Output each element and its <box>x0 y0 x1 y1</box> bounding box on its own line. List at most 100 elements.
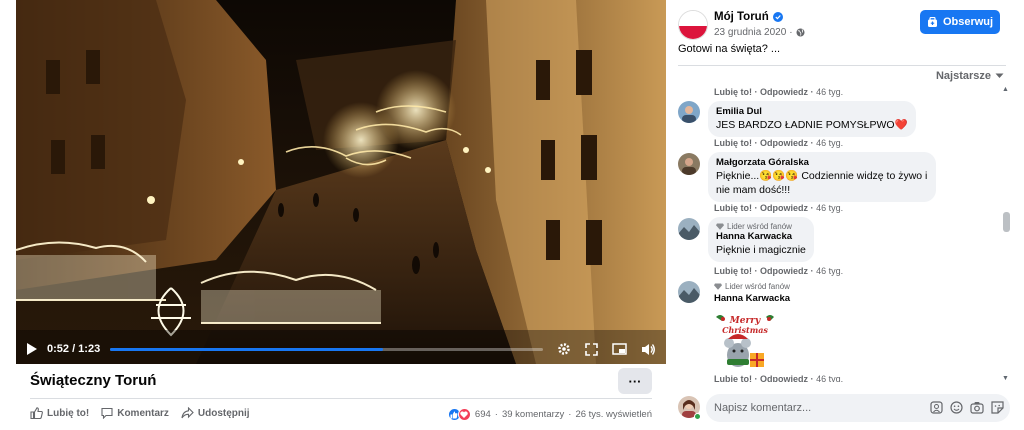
comment-meta: Lubię to! · Odpowiedz · 46 tyg. <box>714 87 843 97</box>
play-icon[interactable] <box>26 343 37 355</box>
comment-meta: Lubię to! · Odpowiedz · 46 tyg. <box>714 203 843 213</box>
follow-icon <box>927 16 937 27</box>
comment-label: Komentarz <box>117 407 169 419</box>
comment-meta: Lubię to! · Odpowiedz · 46 tyg. <box>714 374 843 382</box>
comment-reply-link[interactable]: Odpowiedz <box>760 87 808 97</box>
comment-icon <box>101 407 113 419</box>
comment-reply-link[interactable]: Odpowiedz <box>760 203 808 213</box>
sort-label: Najstarsze <box>935 70 991 82</box>
comment-time[interactable]: 46 tyg. <box>816 374 843 382</box>
christmas-sticker[interactable]: Merry Christmas <box>714 311 776 376</box>
follow-label: Obserwuj <box>942 16 994 28</box>
comments-panel: Mój Toruń 23 grudnia 2020 · Obserwuj Got… <box>666 0 1024 430</box>
meta-separator: · <box>754 374 758 382</box>
scroll-up-icon[interactable]: ▲ <box>1002 86 1009 93</box>
meta-separator: · <box>810 266 814 276</box>
commenter-avatar[interactable] <box>678 153 700 175</box>
page-name-link[interactable]: Mój Toruń <box>714 11 783 23</box>
comment-author[interactable]: Hanna Karwacka <box>716 231 806 242</box>
emoji-icon[interactable] <box>950 401 963 414</box>
video-time: 0:52 / 1:23 <box>47 343 101 355</box>
picture-in-picture-icon[interactable] <box>612 343 627 355</box>
meta-separator: · <box>754 87 758 97</box>
video-progress-bar[interactable] <box>110 347 543 351</box>
love-reaction-icon <box>457 408 471 421</box>
comment-author[interactable]: Małgorzata Góralska <box>716 157 928 168</box>
divider <box>30 398 652 399</box>
share-icon <box>181 407 194 419</box>
fullscreen-icon[interactable] <box>585 342 598 356</box>
comment-text: Pięknie...😘😘😘 Codziennie widzę to żywo i… <box>716 170 928 196</box>
reaction-count[interactable]: 694 <box>475 409 491 420</box>
post-title: Świąteczny Toruń <box>30 372 157 389</box>
comment-meta: Lubię to! · Odpowiedz · 46 tyg. <box>714 266 843 276</box>
thumbs-up-icon <box>30 407 43 419</box>
globe-icon <box>796 28 805 37</box>
video-progress-fill <box>110 347 383 351</box>
badge-label: Lider wśród fanów <box>727 222 792 231</box>
comment-button[interactable]: Komentarz <box>101 407 169 419</box>
share-label: Udostępnij <box>197 407 250 419</box>
comment-meta: Lubię to! · Odpowiedz · 46 tyg. <box>714 138 843 148</box>
commenter-avatar[interactable] <box>678 101 700 123</box>
composer-tools <box>930 401 1004 414</box>
scroll-down-icon[interactable]: ▼ <box>1002 375 1009 382</box>
diamond-icon <box>716 223 724 230</box>
reaction-icons[interactable] <box>447 408 471 421</box>
page-name: Mój Toruń <box>714 11 769 23</box>
post-stats: 694 · 39 komentarzy · 26 tys. wyświetleń <box>447 408 652 421</box>
post-actions: Lubię to! Komentarz Udostępnij <box>30 407 250 419</box>
comment-time[interactable]: 46 tyg. <box>816 266 843 276</box>
comment-like-link[interactable]: Lubię to! <box>714 374 752 382</box>
post-date-text[interactable]: 23 grudnia 2020 <box>714 27 786 38</box>
meta-separator: · <box>810 374 814 382</box>
meta-separator: · <box>810 203 814 213</box>
comment-reply-link[interactable]: Odpowiedz <box>760 266 808 276</box>
stats-separator: · <box>494 409 498 420</box>
commenter-avatar[interactable] <box>678 218 700 240</box>
comments-count[interactable]: 39 komentarzy <box>502 409 564 420</box>
comment-text: JES BARDZO ŁADNIE POMYSŁPWO❤️ <box>716 119 908 131</box>
more-options-button[interactable]: ··· <box>618 368 652 394</box>
video-frame <box>16 0 666 364</box>
post-date: 23 grudnia 2020 · <box>714 27 805 38</box>
commenter-avatar[interactable] <box>678 281 700 303</box>
comment-header: Lider wśród fanów Hanna Karwacka <box>714 282 790 304</box>
settings-gear-icon[interactable] <box>557 342 571 356</box>
like-button[interactable]: Lubię to! <box>30 407 89 419</box>
comment-like-link[interactable]: Lubię to! <box>714 203 752 213</box>
views-count: 26 tys. wyświetleń <box>575 409 652 420</box>
online-status-dot <box>694 413 701 420</box>
comment-author[interactable]: Hanna Karwacka <box>714 293 790 304</box>
comments-list: Lubię to! · Odpowiedz · 46 tyg. Emilia D… <box>666 82 1006 382</box>
comment-time[interactable]: 46 tyg. <box>816 138 843 148</box>
comment-like-link[interactable]: Lubię to! <box>714 138 752 148</box>
top-fan-badge: Lider wśród fanów <box>714 282 790 291</box>
camera-icon[interactable] <box>970 401 984 414</box>
sort-dropdown[interactable]: Najstarsze <box>936 70 1004 82</box>
page-avatar[interactable] <box>678 10 708 40</box>
sticker-text-christmas: Christmas <box>722 325 768 335</box>
comment-reply-link[interactable]: Odpowiedz <box>760 138 808 148</box>
badge-label: Lider wśród fanów <box>725 282 790 291</box>
follow-button[interactable]: Obserwuj <box>920 10 1000 34</box>
scrollbar-thumb[interactable] <box>1003 212 1010 232</box>
comment-reply-link[interactable]: Odpowiedz <box>760 374 808 382</box>
avatar-sticker-icon[interactable] <box>930 401 943 414</box>
diamond-icon <box>714 283 722 290</box>
post-caption: Gotowi na święta? ... <box>678 43 781 55</box>
sticker-icon[interactable] <box>991 401 1004 414</box>
meta-separator: · <box>810 138 814 148</box>
comment-like-link[interactable]: Lubię to! <box>714 87 752 97</box>
comments-scrollbar[interactable]: ▲ ▼ <box>1001 86 1011 382</box>
comment-time[interactable]: 46 tyg. <box>816 203 843 213</box>
video-player[interactable]: 0:52 / 1:23 <box>16 0 666 364</box>
comment-like-link[interactable]: Lubię to! <box>714 266 752 276</box>
volume-icon[interactable] <box>641 343 656 356</box>
comment-time[interactable]: 46 tyg. <box>816 87 843 97</box>
caret-down-icon <box>995 73 1004 78</box>
share-button[interactable]: Udostępnij <box>181 407 250 419</box>
comment-bubble: Małgorzata Góralska Pięknie...😘😘😘 Codzie… <box>708 152 936 202</box>
like-label: Lubię to! <box>47 407 90 419</box>
comment-author[interactable]: Emilia Dul <box>716 106 908 117</box>
